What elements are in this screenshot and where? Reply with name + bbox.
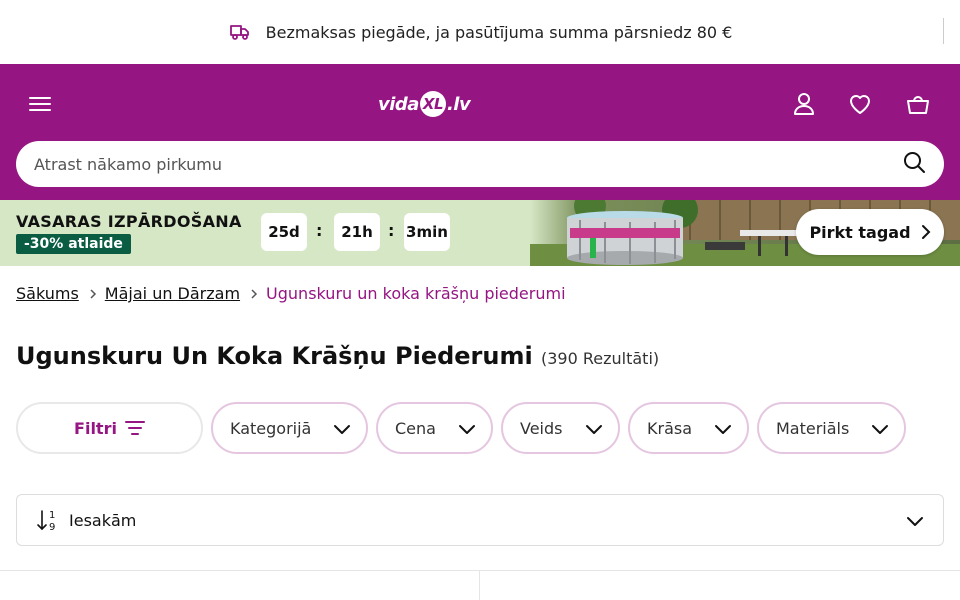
sort-numeric-icon: 1 9 bbox=[37, 510, 55, 533]
menu-icon[interactable] bbox=[24, 88, 56, 120]
filter-button[interactable]: Filtri bbox=[16, 402, 203, 454]
topbar-divider bbox=[943, 18, 944, 44]
chevron-down-icon bbox=[872, 425, 888, 434]
chevron-down-icon bbox=[459, 425, 475, 434]
countdown-separator: : bbox=[388, 221, 395, 240]
breadcrumb-item-home-garden[interactable]: Mājai un Dārzam bbox=[105, 284, 240, 303]
breadcrumb-item-home[interactable]: Sākums bbox=[16, 284, 79, 303]
chevron-right-icon bbox=[250, 288, 258, 300]
product-grid-divider bbox=[479, 570, 480, 600]
chip-label: Krāsa bbox=[647, 419, 693, 438]
countdown-separator: : bbox=[316, 221, 323, 240]
product-grid-divider bbox=[0, 570, 960, 571]
logo-domain: .lv bbox=[446, 93, 471, 115]
summer-sale-banner[interactable]: VASARAS IZPĀRDOŠANA -30% atlaide 25d : 2… bbox=[0, 200, 960, 266]
chevron-right-icon bbox=[89, 288, 97, 300]
account-icon[interactable] bbox=[788, 88, 820, 120]
cart-basket-icon[interactable] bbox=[902, 88, 934, 120]
chevron-down-icon bbox=[586, 425, 602, 434]
logo-text: vida bbox=[378, 93, 419, 115]
shop-now-label: Pirkt tagad bbox=[809, 222, 911, 242]
chevron-down-icon bbox=[334, 425, 350, 434]
chip-category[interactable]: Kategorijā bbox=[211, 402, 368, 454]
chip-material[interactable]: Materiāls bbox=[757, 402, 906, 454]
site-logo[interactable]: vida XL .lv bbox=[378, 88, 471, 120]
chip-price[interactable]: Cena bbox=[376, 402, 493, 454]
truck-icon bbox=[228, 20, 252, 44]
chip-label: Materiāls bbox=[776, 419, 850, 438]
page-title: Ugunskuru Un Koka Krāšņu Piederumi bbox=[16, 342, 533, 370]
shipping-text: Bezmaksas piegāde, ja pasūtījuma summa p… bbox=[265, 22, 733, 42]
countdown-hours: 21h bbox=[334, 213, 380, 251]
sort-label: Iesakām bbox=[69, 510, 137, 530]
svg-text:9: 9 bbox=[49, 522, 55, 533]
wishlist-heart-icon[interactable] bbox=[844, 88, 876, 120]
chevron-down-icon bbox=[715, 425, 731, 434]
search-bar bbox=[16, 141, 944, 187]
result-count: (390 Rezultāti) bbox=[541, 349, 660, 368]
chip-type[interactable]: Veids bbox=[501, 402, 620, 454]
filter-label: Filtri bbox=[74, 418, 117, 438]
breadcrumb: Sākums Mājai un Dārzam Ugunskuru un koka… bbox=[16, 284, 566, 303]
site-header: vida XL .lv bbox=[0, 64, 960, 200]
chip-label: Veids bbox=[520, 419, 563, 438]
countdown-days: 25d bbox=[261, 213, 307, 251]
search-input[interactable] bbox=[34, 154, 902, 174]
chevron-down-icon bbox=[907, 517, 923, 526]
svg-text:1: 1 bbox=[49, 510, 55, 521]
logo-xl-mark: XL bbox=[419, 91, 446, 117]
discount-badge: -30% atlaide bbox=[16, 234, 131, 254]
countdown-minutes: 3min bbox=[404, 213, 450, 251]
breadcrumb-current: Ugunskuru un koka krāšņu piederumi bbox=[266, 284, 566, 303]
chevron-right-icon bbox=[921, 225, 930, 239]
shop-now-button[interactable]: Pirkt tagad bbox=[796, 209, 944, 255]
chip-label: Kategorijā bbox=[230, 419, 312, 438]
chip-color[interactable]: Krāsa bbox=[628, 402, 749, 454]
sort-select[interactable]: 1 9 Iesakām bbox=[16, 494, 944, 546]
filter-lines-icon bbox=[124, 421, 145, 435]
shipping-bar: Bezmaksas piegāde, ja pasūtījuma summa p… bbox=[0, 0, 960, 64]
search-icon[interactable] bbox=[902, 150, 926, 178]
promo-title: VASARAS IZPĀRDOŠANA bbox=[16, 212, 242, 231]
chip-label: Cena bbox=[395, 419, 436, 438]
